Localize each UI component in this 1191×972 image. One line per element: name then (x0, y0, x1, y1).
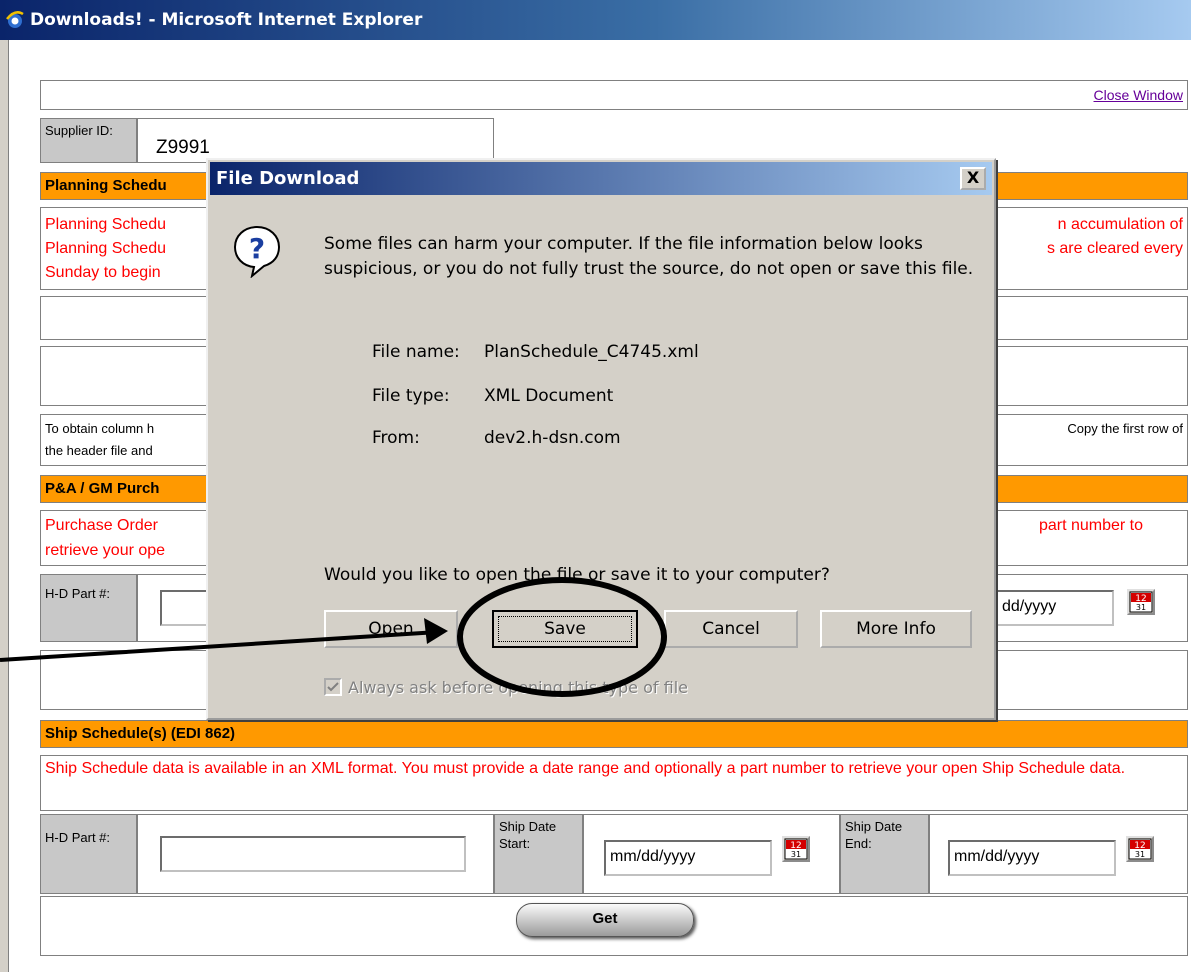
file-name-label: File name: (372, 342, 460, 362)
file-name-value: PlanSchedule_C4745.xml (484, 342, 699, 362)
close-row: Close Window (40, 80, 1188, 110)
question-icon: ? (233, 225, 281, 278)
file-type-label: File type: (372, 386, 450, 406)
ship-end-label: Ship Date End: (840, 814, 929, 894)
ship-start-date-input[interactable]: mm/dd/yyyy (604, 840, 772, 876)
calendar-icon[interactable]: 12 31 (782, 836, 810, 862)
ship-schedule-header: Ship Schedule(s) (EDI 862) (40, 720, 1188, 748)
planning-line-2: Planning Schedu (45, 240, 166, 257)
ie-logo-icon (6, 11, 24, 28)
svg-text:?: ? (249, 232, 265, 265)
close-icon[interactable]: X (960, 167, 986, 190)
pa-line-right: part number to (1038, 517, 1143, 534)
calendar-icon[interactable]: 12 31 (1127, 589, 1155, 615)
ship-description: Ship Schedule data is available in an XM… (40, 755, 1188, 811)
save-button[interactable]: Save (492, 610, 638, 648)
svg-text:31: 31 (1135, 850, 1145, 859)
dialog-question: Would you like to open the file or save … (324, 565, 830, 585)
planning-line-right-1: n accumulation of (1057, 216, 1183, 233)
pa-date-input[interactable]: dd/yyyy (996, 590, 1114, 626)
from-value: dev2.h-dsn.com (484, 428, 621, 448)
from-label: From: (372, 428, 420, 448)
window-title: Downloads! - Microsoft Internet Explorer (30, 10, 423, 30)
pa-part-input[interactable] (160, 590, 208, 626)
checkmark-icon (327, 682, 339, 692)
ship-end-date-input[interactable]: mm/dd/yyyy (948, 840, 1116, 876)
planning-line-1: Planning Schedu (45, 216, 166, 233)
get-button[interactable]: Get (516, 903, 694, 937)
file-type-value: XML Document (484, 386, 614, 406)
file-download-dialog: File Download X ? Some files can harm yo… (206, 158, 996, 720)
dialog-title-bar: File Download X (210, 162, 992, 195)
supplier-id-value: Z9991 (156, 137, 210, 158)
pa-line-1: Purchase Order (45, 517, 158, 534)
open-button[interactable]: Open (324, 610, 458, 648)
ship-part-input[interactable] (160, 836, 466, 872)
svg-text:31: 31 (1136, 603, 1146, 612)
planning-note-line-1: To obtain column h (45, 421, 155, 436)
supplier-id-cell: Z9991 (137, 118, 494, 163)
svg-text:31: 31 (791, 850, 801, 859)
ship-start-label: Ship Date Start: (494, 814, 583, 894)
window-frame (0, 40, 9, 972)
pa-line-2: retrieve your ope (45, 542, 166, 559)
cancel-button[interactable]: Cancel (664, 610, 798, 648)
pa-part-label: H-D Part #: (40, 574, 137, 642)
supplier-id-label: Supplier ID: (40, 118, 137, 163)
planning-note-right: Copy the first row of (1067, 421, 1183, 436)
close-window-link[interactable]: Close Window (1094, 87, 1183, 103)
calendar-icon[interactable]: 12 31 (1126, 836, 1154, 862)
planning-line-right-2: s are cleared every (1046, 240, 1183, 257)
dialog-title: File Download (216, 168, 360, 189)
dialog-warning: Some files can harm your computer. If th… (324, 234, 974, 279)
planning-line-3: Sunday to begin (45, 264, 161, 281)
always-ask-checkbox[interactable] (324, 678, 342, 696)
ship-part-label: H-D Part #: (40, 814, 137, 894)
more-info-button[interactable]: More Info (820, 610, 972, 648)
planning-note-line-2: the header file and (45, 443, 153, 458)
always-ask-label: Always ask before opening this type of f… (348, 678, 688, 697)
window-title-bar: Downloads! - Microsoft Internet Explorer (0, 0, 1191, 40)
